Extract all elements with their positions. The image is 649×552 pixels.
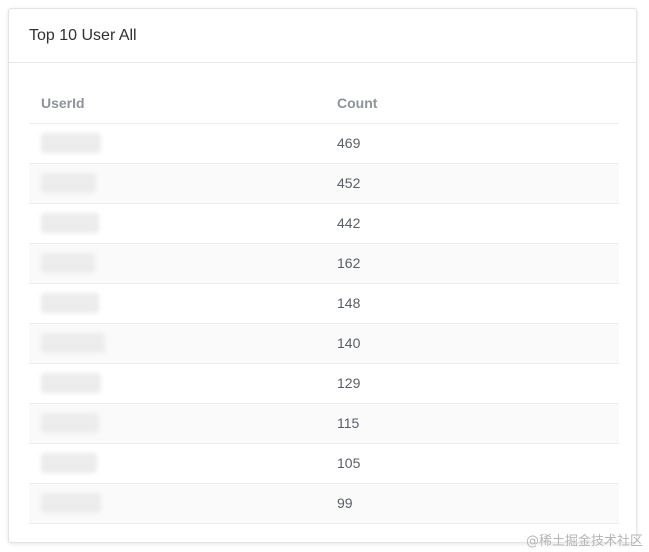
redacted-userid <box>41 453 97 473</box>
top-users-table: UserId Count 469 452 442 162 148 140 129… <box>29 83 619 524</box>
redacted-userid <box>41 293 99 313</box>
card-title: Top 10 User All <box>29 26 137 44</box>
watermark: @稀土掘金技术社区 <box>525 534 643 549</box>
count-cell: 129 <box>325 363 619 404</box>
count-cell: 148 <box>325 283 619 324</box>
userid-cell <box>29 243 325 284</box>
userid-cell <box>29 203 325 244</box>
userid-cell <box>29 363 325 404</box>
userid-cell <box>29 443 325 484</box>
count-cell: 162 <box>325 243 619 284</box>
table-row: 469 <box>29 123 619 164</box>
count-cell: 140 <box>325 323 619 364</box>
userid-cell <box>29 123 325 164</box>
userid-cell <box>29 323 325 364</box>
table-row: 162 <box>29 243 619 284</box>
top-users-card: Top 10 User All UserId Count 469 452 442… <box>8 8 637 543</box>
column-header-count[interactable]: Count <box>325 83 619 124</box>
count-cell: 442 <box>325 203 619 244</box>
userid-cell <box>29 483 325 524</box>
table-row: 442 <box>29 203 619 244</box>
userid-cell <box>29 403 325 444</box>
card-header: Top 10 User All <box>9 9 636 63</box>
table-row: 115 <box>29 403 619 444</box>
count-cell: 115 <box>325 403 619 444</box>
table-row: 105 <box>29 443 619 484</box>
redacted-userid <box>41 413 99 433</box>
redacted-userid <box>41 373 101 393</box>
redacted-userid <box>41 253 95 273</box>
redacted-userid <box>41 133 101 153</box>
count-cell: 469 <box>325 123 619 164</box>
table-row: 129 <box>29 363 619 404</box>
table-row: 148 <box>29 283 619 324</box>
card-body: UserId Count 469 452 442 162 148 140 129… <box>9 63 636 524</box>
table-row: 99 <box>29 483 619 524</box>
redacted-userid <box>41 173 96 193</box>
count-cell: 105 <box>325 443 619 484</box>
userid-cell <box>29 283 325 324</box>
table-header-row: UserId Count <box>29 83 619 124</box>
redacted-userid <box>41 493 101 513</box>
count-cell: 99 <box>325 483 619 524</box>
redacted-userid <box>41 213 99 233</box>
column-header-userid[interactable]: UserId <box>29 83 325 124</box>
count-cell: 452 <box>325 163 619 204</box>
redacted-userid <box>41 333 105 353</box>
table-row: 140 <box>29 323 619 364</box>
table-row: 452 <box>29 163 619 204</box>
userid-cell <box>29 163 325 204</box>
